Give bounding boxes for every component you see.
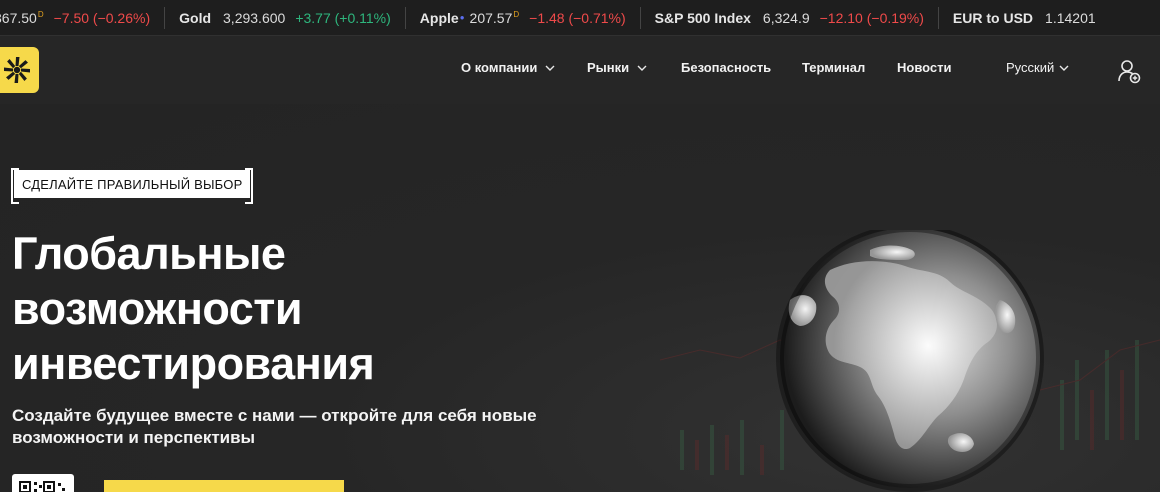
ticker-price: 207.57D <box>469 9 520 26</box>
chevron-down-icon <box>1059 65 1069 71</box>
hero-subtitle-line: Создайте будущее вместе с нами — откройт… <box>12 406 537 425</box>
nav-markets[interactable]: Рынки <box>587 60 647 75</box>
language-selector[interactable]: Русский <box>1006 60 1069 75</box>
ticker-item-apple[interactable]: Apple ● 207.57D −1.48 (−0.71%) <box>404 6 640 29</box>
nav-terminal-label: Терминал <box>802 60 866 75</box>
ticker-price: 3,293.600 <box>223 9 286 26</box>
ticker-price: 1.14201 <box>1045 9 1096 26</box>
hero-title-line: инвестирования <box>12 338 375 389</box>
ticker-change: −12.10 (−0.19%) <box>819 9 924 26</box>
site-header: О компании Рынки Безопасность Терминал Н… <box>0 36 1160 104</box>
ticker-name: Apple <box>419 9 459 26</box>
cta-button[interactable] <box>104 480 344 492</box>
ticker-item-gold[interactable]: Gold 3,293.600 +3.77 (+0.11%) <box>164 6 405 29</box>
nav-terminal[interactable]: Терминал <box>802 60 865 75</box>
ticker-delay-marker: D <box>513 9 520 19</box>
nav-about-label: О компании <box>461 60 538 75</box>
nav-security[interactable]: Безопасность <box>681 60 771 75</box>
brand-logo[interactable] <box>0 47 39 93</box>
nav-about[interactable]: О компании <box>461 60 555 75</box>
nav-security-label: Безопасность <box>681 60 772 75</box>
qr-code-icon[interactable] <box>12 474 74 492</box>
ticker-name: EUR to USD <box>952 9 1034 26</box>
hero-title: Глобальные возможности инвестирования <box>12 226 572 391</box>
ticker-price: 6,324.9 <box>762 9 810 26</box>
nav-news[interactable]: Новости <box>897 60 952 75</box>
user-add-icon[interactable] <box>1116 58 1142 84</box>
hero-title-line: возможности <box>12 283 303 334</box>
ticker-item-sp500[interactable]: S&P 500 Index 6,324.9 −12.10 (−0.19%) <box>639 6 938 29</box>
ticker-change: −7.50 (−0.26%) <box>53 9 151 26</box>
ticker-price: 367.50D <box>0 9 44 26</box>
market-ticker: 367.50D −7.50 (−0.26%) Gold 3,293.600 +3… <box>0 0 1160 36</box>
ticker-delay-marker: D <box>37 9 44 19</box>
ticker-change: −1.48 (−0.71%) <box>529 9 626 26</box>
nav-markets-label: Рынки <box>587 60 630 75</box>
globe-illustration <box>659 230 1160 492</box>
ticker-item-eurusd[interactable]: EUR to USD 1.14201 <box>937 6 1120 29</box>
chevron-down-icon <box>637 65 647 71</box>
ticker-name: Gold <box>179 9 212 26</box>
logo-burst-icon <box>4 57 30 83</box>
qr-pattern <box>19 481 65 492</box>
nav-news-label: Новости <box>897 60 952 75</box>
hero-subtitle-line: возможности и перспективы <box>12 428 256 447</box>
hero-subtitle: Создайте будущее вместе с нами — откройт… <box>12 405 572 449</box>
hero-title-line: Глобальные <box>12 228 286 279</box>
ticker-name: S&P 500 Index <box>654 9 751 26</box>
market-status-dot-icon: ● <box>459 13 465 22</box>
ticker-item[interactable]: 367.50D −7.50 (−0.26%) <box>0 7 164 29</box>
chevron-down-icon <box>545 65 555 71</box>
hero-badge: СДЕЛАЙТЕ ПРАВИЛЬНЫЙ ВЫБОР <box>10 168 251 204</box>
ticker-change: +3.77 (+0.11%) <box>295 9 391 26</box>
language-label: Русский <box>1006 60 1055 75</box>
